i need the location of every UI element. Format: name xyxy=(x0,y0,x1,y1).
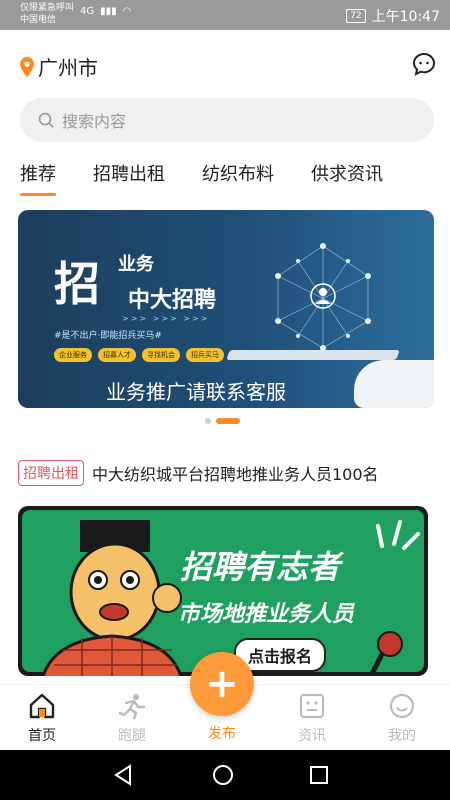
tab-textile-fabric[interactable]: 纺织布料 xyxy=(202,160,274,196)
nav-mine-label: 我的 xyxy=(388,728,416,744)
network-label: 4G xyxy=(80,6,95,17)
plus-icon: + xyxy=(205,661,239,707)
publish-fab-button[interactable]: + xyxy=(190,652,254,716)
system-navigation-bar xyxy=(0,750,450,800)
signal-icon: ▮▮▮ xyxy=(100,6,117,17)
nav-publish-label: 发布 xyxy=(208,726,236,742)
nav-home[interactable]: 首页 xyxy=(12,693,72,745)
search-bar[interactable]: 搜索内容 xyxy=(20,98,434,142)
carousel-dot-active[interactable] xyxy=(216,418,240,424)
carrier-line-2: 中国电信 xyxy=(20,15,57,25)
recents-icon[interactable] xyxy=(308,764,330,786)
news-title: 中大纺织城平台招聘地推业务人员100名 xyxy=(92,465,379,484)
location-selector[interactable]: 广州市 xyxy=(20,52,98,81)
news-icon xyxy=(299,693,325,719)
message-icon[interactable] xyxy=(412,52,436,76)
wifi-icon: ◠ xyxy=(122,6,132,17)
microphone-icon xyxy=(368,631,403,676)
banner-carousel[interactable]: 招 业务 中大招聘 >>> >>> >>> #是不出户·即能招兵买马# 企业服务… xyxy=(18,210,434,408)
promo-background: 招聘有志者 市场地推业务人员 点击报名 xyxy=(22,510,424,676)
header: 广州市 xyxy=(0,30,450,96)
banner-line-2: 中大招聘 xyxy=(128,288,217,313)
banner-tags: 企业服务 招募人才 寻找机会 招兵买马 xyxy=(54,348,224,362)
hand-graphic xyxy=(354,360,434,408)
banner-tag: 招兵买马 xyxy=(186,348,224,362)
network-globe-graphic xyxy=(275,243,371,351)
category-tabs: 推荐 招聘出租 纺织布料 供求资讯 xyxy=(20,160,440,196)
banner-arrows: >>> >>> >>> xyxy=(122,314,210,323)
tablet-graphic xyxy=(226,350,400,360)
news-item[interactable]: 招聘出租 中大纺织城平台招聘地推业务人员100名 xyxy=(18,460,379,486)
promo-title: 招聘有志者 xyxy=(180,548,341,586)
clock: 上午10:47 xyxy=(371,9,440,25)
nav-home-label: 首页 xyxy=(28,728,56,744)
banner-big-char: 招 xyxy=(54,257,100,311)
search-icon xyxy=(38,112,54,128)
search-placeholder: 搜索内容 xyxy=(62,112,127,131)
tab-supply-news[interactable]: 供求资讯 xyxy=(311,160,383,196)
banner-bottom-text: 业务推广请联系客服 xyxy=(106,380,286,404)
banner-line-1: 业务 xyxy=(118,254,154,275)
battery-icon: 72 xyxy=(346,9,366,23)
running-icon xyxy=(118,694,146,721)
profile-smile-icon xyxy=(389,693,415,719)
home-icon xyxy=(29,693,55,719)
carousel-indicator xyxy=(205,418,240,424)
banner-slogan: #是不出户·即能招兵买马# xyxy=(54,331,162,341)
nav-mine[interactable]: 我的 xyxy=(372,693,432,745)
news-category-tag: 招聘出租 xyxy=(18,460,84,486)
banner-tag: 寻找机会 xyxy=(142,348,180,362)
signal-icons: 4G ▮▮▮ ◠ xyxy=(80,6,131,17)
location-pin-icon xyxy=(20,56,34,77)
back-icon[interactable] xyxy=(112,764,134,786)
tab-recruit-rent[interactable]: 招聘出租 xyxy=(93,160,165,196)
nav-news-label: 资讯 xyxy=(298,728,326,744)
nav-errand[interactable]: 跑腿 xyxy=(102,693,162,745)
status-bar: 仅限紧急呼叫 中国电信 4G ▮▮▮ ◠ 72 上午10:47 xyxy=(0,0,450,30)
banner-tag: 企业服务 xyxy=(54,348,92,362)
home-circle-icon[interactable] xyxy=(212,764,234,786)
rays-graphic xyxy=(376,520,420,550)
nav-publish[interactable]: 发布 xyxy=(192,721,252,743)
nav-errand-label: 跑腿 xyxy=(118,728,146,744)
promo-card[interactable]: 招聘有志者 市场地推业务人员 点击报名 xyxy=(18,506,428,676)
banner-tag: 招募人才 xyxy=(98,348,136,362)
nav-news[interactable]: 资讯 xyxy=(282,693,342,745)
carrier-line-1: 仅限紧急呼叫 xyxy=(20,3,75,13)
carousel-dot[interactable] xyxy=(205,418,211,424)
cartoon-man-illustration xyxy=(41,520,182,676)
promo-subtitle: 市场地推业务人员 xyxy=(178,602,355,627)
city-label: 广州市 xyxy=(38,56,98,80)
tab-recommend[interactable]: 推荐 xyxy=(20,160,56,196)
carrier-info: 仅限紧急呼叫 中国电信 xyxy=(20,2,74,26)
